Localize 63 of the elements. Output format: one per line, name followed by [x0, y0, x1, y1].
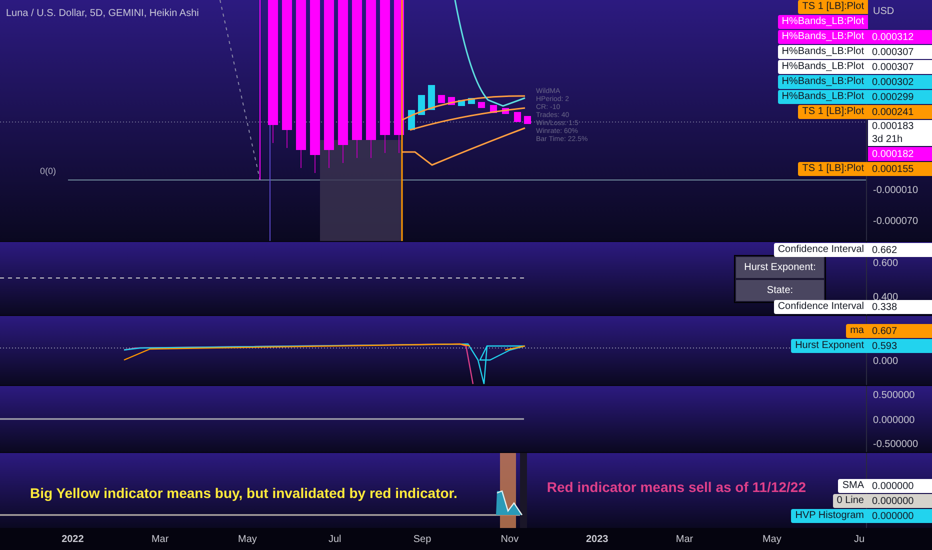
plot-label: TS 1 [LB]:Plot	[798, 105, 868, 119]
plot-label: H%Bands_LB:Plot	[778, 15, 868, 29]
price-value-label: 0.000182	[868, 147, 932, 161]
axis-tick-label: -0.000070	[873, 215, 920, 229]
time-axis-label: Jul	[327, 532, 342, 546]
price-value-label: 0.000000	[868, 509, 932, 523]
candle	[524, 116, 531, 124]
axis-tick-label: 0.500000	[873, 389, 916, 403]
annotation-text: Red indicator means sell as of 11/12/22	[546, 478, 806, 497]
price-value-label: 0.000241	[868, 105, 932, 119]
chart-title: Luna / U.S. Dollar, 5D, GEMINI, Heikin Ashi	[6, 7, 199, 21]
price-value-label: 0.607	[868, 324, 932, 338]
price-value-label: 0.000299	[868, 90, 932, 104]
annotation-text: Big Yellow indicator means buy, but invalidated by red indicator.	[30, 484, 458, 503]
price-value-label: 0.000307	[868, 60, 932, 74]
time-axis-label: Mar	[674, 532, 694, 546]
price-value-label: 0.000307	[868, 45, 932, 59]
price-value-label: 0.338	[868, 300, 932, 314]
plot-label: 0 Line	[832, 494, 868, 508]
plot-label: HVP Histogram	[791, 509, 868, 523]
axis-tick-label: 0.000000	[873, 414, 916, 428]
axis-tick-label: -0.000010	[873, 184, 920, 198]
time-axis-label: 2022	[60, 532, 85, 546]
zero-label: 0(0)	[40, 165, 56, 178]
table-cell: State:	[736, 280, 824, 301]
axis-tick-label: 0.600	[873, 257, 900, 271]
table-cell: Hurst Exponent:	[736, 257, 824, 278]
price-value-label: 0.000312	[868, 30, 932, 44]
currency-label: USD	[873, 5, 896, 19]
plot-label: H%Bands_LB:Plot	[778, 75, 868, 89]
plot-label: Confidence Interval	[774, 300, 868, 314]
axis-tick-label: 0.000	[873, 355, 900, 369]
time-axis-label: 2023	[584, 532, 610, 546]
price-value-label: 0.593	[868, 339, 932, 353]
candle	[438, 95, 445, 103]
price-value-label: 0.000183 3d 21h	[868, 120, 932, 146]
price-value-label: 0.000155	[868, 162, 932, 176]
plot-label: H%Bands_LB:Plot	[778, 90, 868, 104]
candle	[478, 102, 485, 108]
plot-label: ma	[846, 324, 868, 338]
plot-label: TS 1 [LB]:Plot	[798, 0, 868, 14]
axis-tick-label: 0.400	[873, 291, 900, 303]
plot-label: SMA	[838, 479, 868, 493]
plot-label: H%Bands_LB:Plot	[778, 30, 868, 44]
price-value-label: 0.662	[868, 243, 932, 257]
price-value-label: 0.000302	[868, 75, 932, 89]
time-axis-label: Sep	[412, 532, 432, 546]
plot-label: Confidence Interval	[774, 243, 868, 257]
candle	[418, 95, 425, 115]
price-value-label: 0.000000	[868, 494, 932, 508]
price-value-label: 0.000000	[868, 479, 932, 493]
time-axis-label: Mar	[150, 532, 170, 546]
time-axis-label: May	[761, 532, 782, 546]
plot-label: H%Bands_LB:Plot	[778, 60, 868, 74]
candle	[514, 112, 521, 122]
plot-label: Hurst Exponent	[791, 339, 868, 353]
axis-tick-label: -0.500000	[873, 438, 920, 452]
plot-label: H%Bands_LB:Plot	[778, 45, 868, 59]
time-axis-label: Ju	[853, 532, 866, 546]
time-axis-label: Nov	[500, 532, 520, 546]
candle	[428, 85, 435, 110]
plot-label: TS 1 [LB]:Plot	[798, 162, 868, 176]
time-axis-label: May	[237, 532, 258, 546]
